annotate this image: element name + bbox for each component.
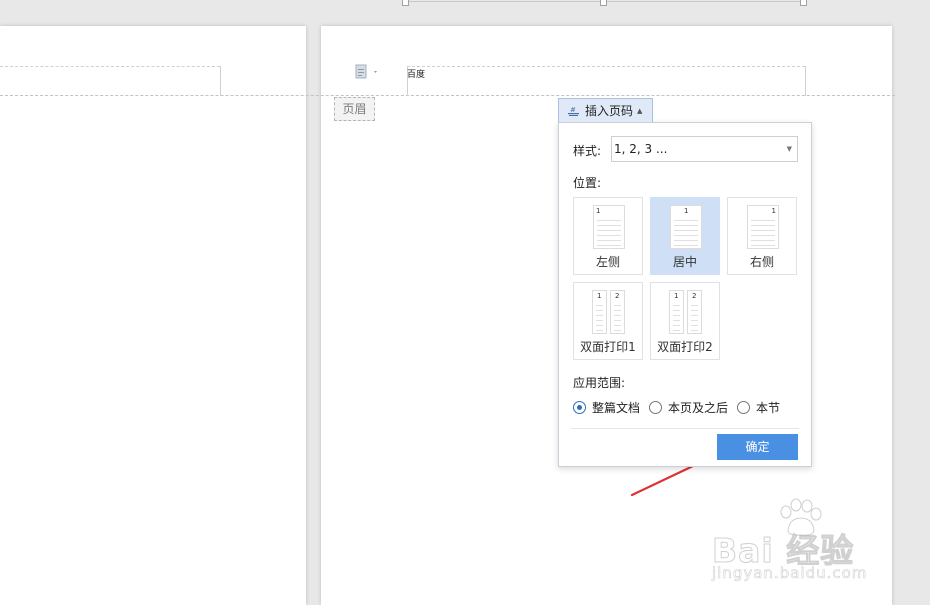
style-label: 样式: — [573, 144, 602, 158]
margin-guide-right-top — [407, 66, 805, 67]
scope-radio-this-page-onward[interactable]: 本页及之后 — [649, 399, 728, 416]
radio-checked-icon — [573, 401, 586, 414]
chevron-down-icon: ▼ — [786, 145, 792, 153]
position-option-label: 右侧 — [749, 255, 774, 269]
radio-unchecked-icon — [649, 401, 663, 414]
scope-radio-whole-document[interactable]: 整篇文档 — [573, 399, 640, 416]
header-text[interactable]: 百度 — [407, 67, 425, 80]
page-number-panel: 样式: 1, 2, 3 ... ▼ 位置: 1 左侧 1 居中 1 右侧 1 2… — [558, 122, 812, 467]
page-thumbnail: 2 — [687, 290, 702, 334]
position-option-left[interactable]: 1 左侧 — [573, 197, 643, 275]
position-option-center[interactable]: 1 居中 — [650, 197, 720, 275]
page-thumbnail: 1 — [592, 290, 607, 334]
document-page-left[interactable] — [0, 26, 306, 605]
scope-radio-label: 本页及之后 — [668, 401, 729, 415]
scope-radio-this-section[interactable]: 本节 — [737, 399, 780, 416]
confirm-button[interactable]: 确定 — [717, 434, 798, 460]
page-thumbnail: 1 — [747, 205, 779, 249]
scope-label: 应用范围: — [573, 376, 626, 390]
svg-text:#: # — [570, 106, 576, 114]
page-thumbnail: 2 — [610, 290, 625, 334]
position-option-duplex-1[interactable]: 1 2 双面打印1 — [573, 282, 643, 360]
watermark-url: jingyan.baidu.com — [712, 564, 868, 583]
insert-page-number-icon: # — [567, 104, 580, 117]
page-thumbnail: 1 — [593, 205, 625, 249]
scope-radio-group: 整篇文档 本页及之后 本节 — [573, 399, 789, 416]
ruler-strip — [400, 0, 810, 6]
margin-guide-left-corner — [220, 66, 221, 96]
header-badge[interactable]: 页眉 — [334, 97, 375, 121]
ruler-marker-left[interactable] — [402, 0, 409, 6]
position-option-label: 双面打印1 — [580, 340, 636, 354]
margin-guide-left-top — [0, 66, 220, 67]
page-thumbnail: 1 — [669, 290, 684, 334]
position-label: 位置: — [573, 176, 602, 190]
position-option-label: 左侧 — [595, 255, 620, 269]
radio-unchecked-icon — [737, 401, 751, 414]
margin-guide-right-right — [805, 66, 806, 96]
header-boundary-line — [0, 95, 895, 96]
insert-page-number-button[interactable]: # 插入页码 ▲ — [558, 98, 653, 122]
chevron-up-icon: ▲ — [637, 106, 643, 115]
style-select-value: 1, 2, 3 ... — [614, 142, 668, 156]
document-icon[interactable] — [354, 64, 380, 80]
position-option-label: 双面打印2 — [657, 340, 713, 354]
style-select[interactable]: 1, 2, 3 ... ▼ — [611, 136, 798, 162]
ruler-marker-center[interactable] — [600, 0, 607, 6]
position-option-right[interactable]: 1 右侧 — [727, 197, 797, 275]
scope-radio-label: 本节 — [756, 401, 781, 415]
watermark: Bai 经验 jingyan.baidu.com — [711, 498, 882, 590]
page-thumbnail: 1 — [670, 205, 702, 249]
scope-radio-label: 整篇文档 — [592, 401, 641, 415]
insert-page-number-label: 插入页码 — [585, 104, 634, 118]
position-option-label: 居中 — [672, 255, 697, 269]
position-option-duplex-2[interactable]: 1 2 双面打印2 — [650, 282, 720, 360]
ruler-marker-right[interactable] — [800, 0, 807, 6]
panel-divider — [571, 428, 799, 429]
